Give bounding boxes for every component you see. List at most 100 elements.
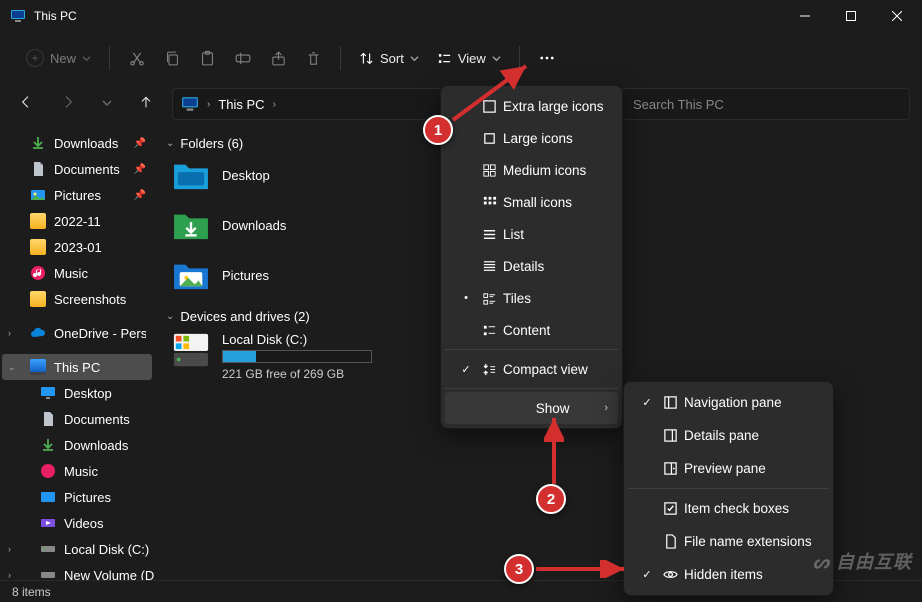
item-count: 8 items [12, 585, 51, 599]
sidebar-item-documents[interactable]: Documents [2, 406, 152, 432]
sidebar-item-music[interactable]: Music [2, 458, 152, 484]
menu-item-large-icons[interactable]: Large icons [445, 122, 618, 154]
desktop-icon [40, 385, 56, 401]
check-icon: ✓ [636, 568, 658, 581]
copy-icon [164, 50, 181, 67]
menu-item-medium-icons[interactable]: Medium icons [445, 154, 618, 186]
bullet-icon: • [455, 292, 477, 304]
sidebar-item-downloads[interactable]: Downloads [2, 432, 152, 458]
menu-item-navigation-pane[interactable]: ✓Navigation pane [628, 386, 829, 419]
list-icon [477, 227, 501, 242]
sidebar-item-desktop[interactable]: Desktop [2, 380, 152, 406]
minimize-button[interactable] [782, 0, 828, 32]
details-icon [477, 259, 501, 274]
pane-icon [658, 428, 682, 443]
annotation-marker-2: 2 [536, 484, 566, 514]
cut-button[interactable] [128, 49, 146, 67]
search-input[interactable]: Search This PC [622, 88, 910, 120]
menu-item-list[interactable]: List [445, 218, 618, 250]
delete-button[interactable] [305, 50, 322, 67]
copy-button[interactable] [164, 50, 181, 67]
drive-icon [40, 541, 56, 557]
share-button[interactable] [270, 50, 287, 67]
annotation-marker-3: 3 [504, 554, 534, 584]
breadcrumb-item[interactable]: This PC [218, 97, 264, 112]
chevron-right-icon: › [207, 99, 210, 110]
plus-icon: + [26, 49, 44, 67]
separator [340, 46, 341, 70]
chevron-right-icon: › [273, 99, 276, 110]
pin-icon: 📌 [134, 190, 146, 201]
sidebar-item-drive-d[interactable]: ›New Volume (D:) [2, 562, 152, 580]
command-bar: + New Sort View [0, 32, 922, 84]
compact-icon [477, 362, 501, 377]
pane-icon [658, 461, 682, 476]
menu-item-file-name-extensions[interactable]: File name extensions [628, 525, 829, 558]
sidebar-item-drive-c[interactable]: ›Local Disk (C:) [2, 536, 152, 562]
watermark: ᔕ 自由互联 [813, 548, 912, 574]
search-placeholder: Search This PC [633, 97, 724, 112]
cloud-icon [30, 325, 46, 341]
sidebar-item-pictures[interactable]: Pictures [2, 484, 152, 510]
maximize-button[interactable] [828, 0, 874, 32]
grid-icon [477, 131, 501, 146]
download-icon [40, 437, 56, 453]
nav-arrows [12, 94, 164, 115]
content-icon [477, 323, 501, 338]
menu-item-tiles[interactable]: •Tiles [445, 282, 618, 314]
rename-icon [234, 49, 252, 67]
sidebar-item-downloads[interactable]: Downloads📌 [2, 130, 152, 156]
separator [519, 46, 520, 70]
close-button[interactable] [874, 0, 920, 32]
menu-item-details-pane[interactable]: Details pane [628, 419, 829, 452]
view-button[interactable]: View [437, 51, 501, 66]
sort-button[interactable]: Sort [359, 51, 419, 66]
menu-item-small-icons[interactable]: Small icons [445, 186, 618, 218]
chevron-right-icon: › [8, 570, 11, 580]
menu-item-show[interactable]: Show› [445, 392, 618, 424]
paste-button[interactable] [199, 50, 216, 67]
back-button[interactable] [18, 94, 34, 115]
menu-item-details[interactable]: Details [445, 250, 618, 282]
music-icon [30, 265, 46, 281]
sidebar-item-folder[interactable]: Screenshots [2, 286, 152, 312]
sort-icon [359, 51, 374, 66]
folder-icon [30, 213, 46, 229]
sidebar-item-videos[interactable]: Videos [2, 510, 152, 536]
new-label: New [50, 51, 76, 66]
chevron-down-icon [492, 54, 501, 63]
up-button[interactable] [138, 94, 154, 115]
folder-desktop-icon [172, 159, 210, 191]
sidebar-item-pictures[interactable]: Pictures📌 [2, 182, 152, 208]
new-button[interactable]: + New [26, 49, 91, 67]
sidebar-item-music[interactable]: Music [2, 260, 152, 286]
check-icon: ✓ [455, 363, 477, 376]
window-title: This PC [34, 9, 782, 23]
recent-button[interactable] [102, 95, 112, 113]
view-menu: Extra large icons Large icons Medium ico… [440, 85, 623, 429]
menu-item-preview-pane[interactable]: Preview pane [628, 452, 829, 485]
video-icon [40, 515, 56, 531]
tiles-icon [477, 291, 501, 306]
forward-button[interactable] [60, 94, 76, 115]
menu-item-content[interactable]: Content [445, 314, 618, 346]
sidebar-item-onedrive[interactable]: ›OneDrive - Personal [2, 320, 152, 346]
folder-pictures-icon [172, 259, 210, 291]
folder-downloads-icon [172, 209, 210, 241]
rename-button[interactable] [234, 49, 252, 67]
menu-item-compact-view[interactable]: ✓Compact view [445, 353, 618, 385]
menu-item-extra-large-icons[interactable]: Extra large icons [445, 90, 618, 122]
sidebar-item-documents[interactable]: Documents📌 [2, 156, 152, 182]
share-icon [270, 50, 287, 67]
menu-separator [445, 349, 618, 350]
menu-item-item-check-boxes[interactable]: Item check boxes [628, 492, 829, 525]
drive-free-text: 221 GB free of 269 GB [222, 367, 372, 381]
sidebar-item-folder[interactable]: 2022-11 [2, 208, 152, 234]
chevron-down-icon: ⌄ [166, 138, 174, 149]
sidebar-item-folder[interactable]: 2023-01 [2, 234, 152, 260]
sidebar-item-this-pc[interactable]: ⌄This PC [2, 354, 152, 380]
music-icon [40, 463, 56, 479]
chevron-down-icon [82, 54, 91, 63]
menu-item-hidden-items[interactable]: ✓Hidden items [628, 558, 829, 591]
more-button[interactable] [538, 49, 556, 67]
